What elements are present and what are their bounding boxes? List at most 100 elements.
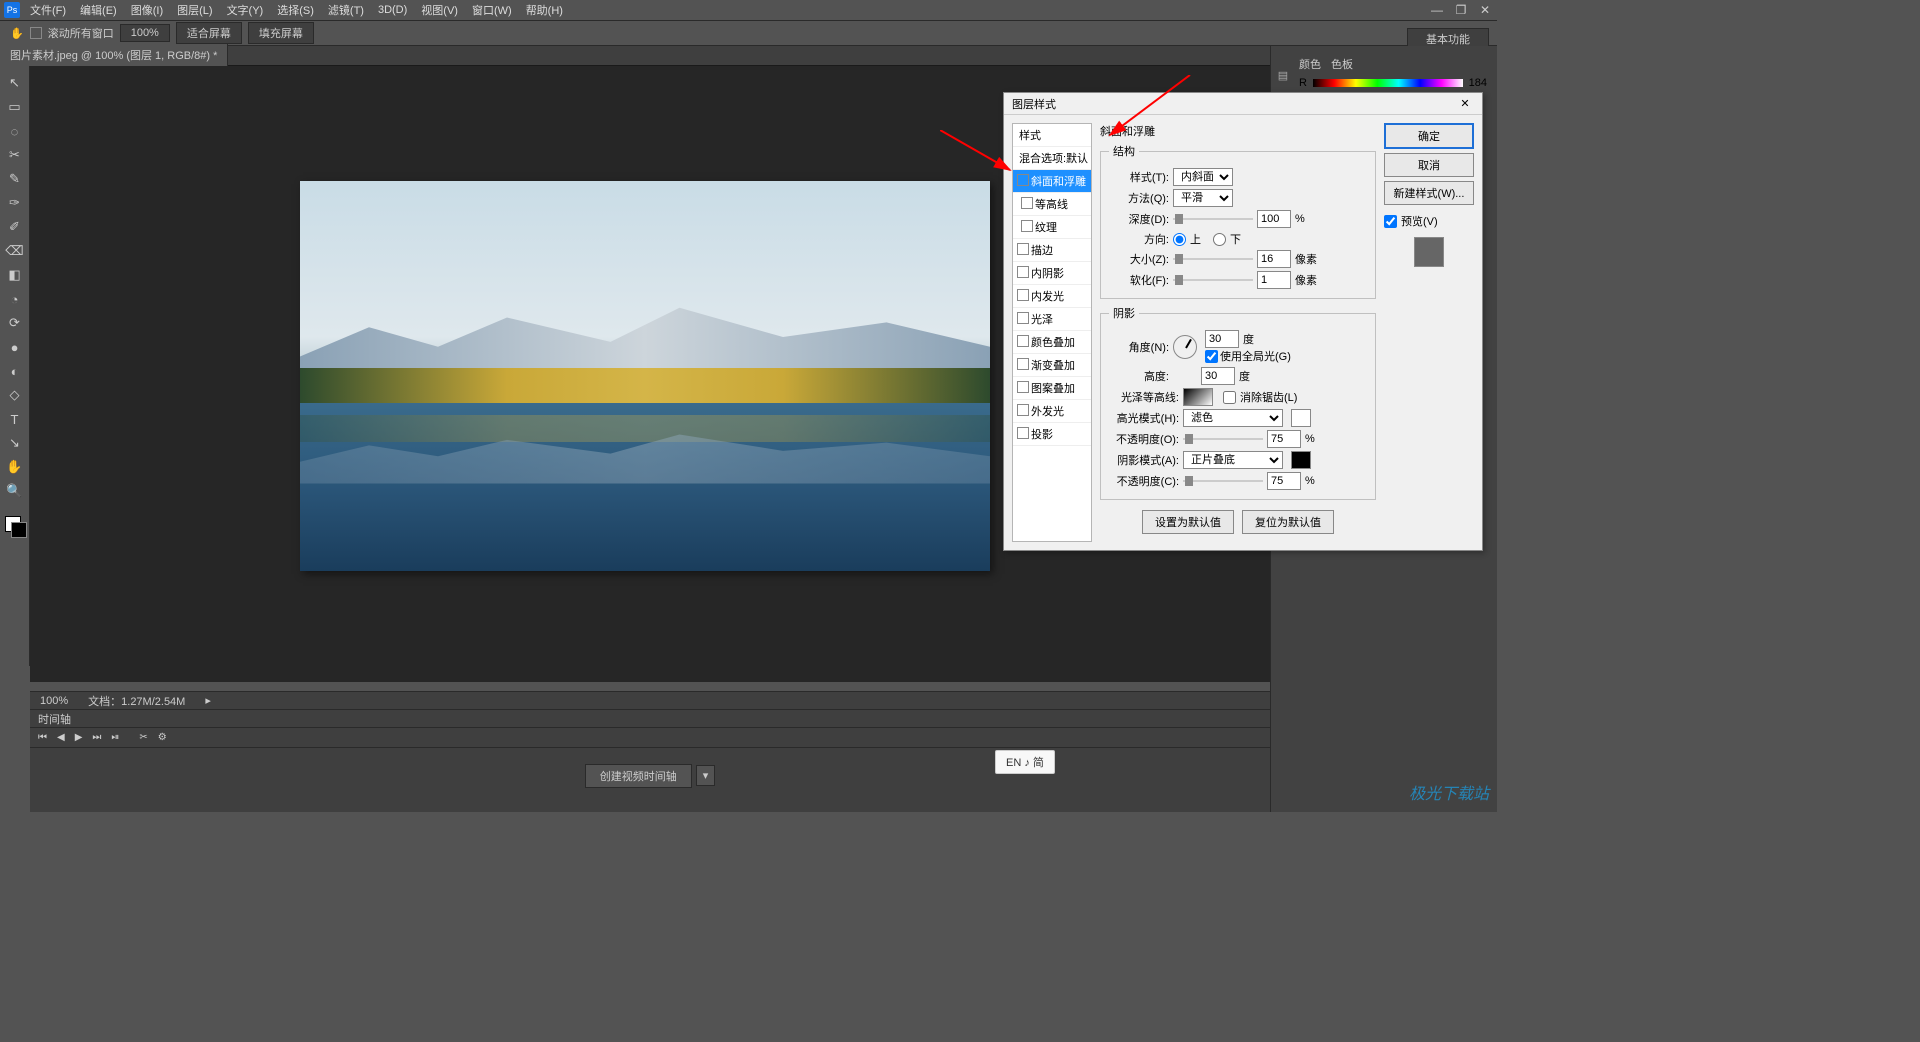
eyedropper-tool[interactable]: ✎ xyxy=(4,170,26,188)
style-gradient-overlay[interactable]: 渐变叠加 xyxy=(1013,354,1091,377)
lasso-tool[interactable]: ◌ xyxy=(4,122,26,140)
zoom-tool[interactable]: 🔍 xyxy=(4,482,26,500)
style-stroke[interactable]: 描边 xyxy=(1013,239,1091,262)
shape-tool[interactable]: ◐ xyxy=(4,362,26,380)
pencil-tool[interactable]: ✐ xyxy=(4,218,26,236)
create-video-timeline-button[interactable]: 创建视频时间轴 xyxy=(585,764,692,788)
highlight-opacity-input[interactable] xyxy=(1267,430,1301,448)
style-pattern-overlay[interactable]: 图案叠加 xyxy=(1013,377,1091,400)
highlight-mode-select[interactable]: 滤色 xyxy=(1183,409,1283,427)
menu-layer[interactable]: 图层(L) xyxy=(177,2,212,18)
reset-default-button[interactable]: 复位为默认值 xyxy=(1242,510,1334,534)
status-arrow[interactable]: ▸ xyxy=(205,694,211,707)
shadow-opacity-slider[interactable] xyxy=(1183,476,1263,486)
size-input[interactable] xyxy=(1257,250,1291,268)
move-tool[interactable]: ↖ xyxy=(4,74,26,92)
fill-screen-button[interactable]: 填充屏幕 xyxy=(248,22,314,44)
scroll-all-checkbox[interactable] xyxy=(30,27,42,39)
crop-tool[interactable]: ✂ xyxy=(4,146,26,164)
style-texture[interactable]: 纹理 xyxy=(1013,216,1091,239)
menu-edit[interactable]: 编辑(E) xyxy=(80,2,117,18)
timeline-dropdown[interactable]: ▾ xyxy=(696,765,716,786)
style-inner-glow[interactable]: 内发光 xyxy=(1013,285,1091,308)
soften-slider[interactable] xyxy=(1173,275,1253,285)
document-tab[interactable]: 图片素材.jpeg @ 100% (图层 1, RGB/8#) * xyxy=(0,44,228,68)
style-bevel-emboss[interactable]: 斜面和浮雕 xyxy=(1013,170,1091,193)
menu-image[interactable]: 图像(I) xyxy=(131,2,163,18)
menu-view[interactable]: 视图(V) xyxy=(421,2,458,18)
maximize-button[interactable]: ❐ xyxy=(1449,1,1473,19)
depth-slider[interactable] xyxy=(1173,214,1253,224)
style-select[interactable]: 内斜面 xyxy=(1173,168,1233,186)
make-default-button[interactable]: 设置为默认值 xyxy=(1142,510,1234,534)
highlight-color-swatch[interactable] xyxy=(1291,409,1311,427)
preview-checkbox[interactable] xyxy=(1384,215,1397,228)
swatches-tab[interactable]: 色板 xyxy=(1331,56,1353,72)
minimize-button[interactable]: — xyxy=(1425,1,1449,19)
dialog-close-icon[interactable]: ✕ xyxy=(1456,97,1474,110)
blur-tool[interactable]: ◔ xyxy=(4,290,26,308)
size-slider[interactable] xyxy=(1173,254,1253,264)
altitude-input[interactable] xyxy=(1201,367,1235,385)
fit-screen-button[interactable]: 适合屏幕 xyxy=(176,22,242,44)
style-satin[interactable]: 光泽 xyxy=(1013,308,1091,331)
tl-gear[interactable]: ⚙ xyxy=(158,732,167,743)
zoom-display[interactable]: 100% xyxy=(120,24,170,42)
shadow-color-swatch[interactable] xyxy=(1291,451,1311,469)
ok-button[interactable]: 确定 xyxy=(1384,123,1474,149)
style-styles[interactable]: 样式 xyxy=(1013,124,1091,147)
style-inner-shadow[interactable]: 内阴影 xyxy=(1013,262,1091,285)
depth-input[interactable] xyxy=(1257,210,1291,228)
menu-window[interactable]: 窗口(W) xyxy=(472,2,512,18)
global-light-checkbox[interactable] xyxy=(1205,350,1218,363)
dodge-tool[interactable]: ⟳ xyxy=(4,314,26,332)
menu-select[interactable]: 选择(S) xyxy=(277,2,314,18)
tl-last[interactable]: ⏯ xyxy=(111,732,119,743)
marquee-tool[interactable]: ▭ xyxy=(4,98,26,116)
pen-tool[interactable]: ● xyxy=(4,338,26,356)
style-color-overlay[interactable]: 颜色叠加 xyxy=(1013,331,1091,354)
shadow-opacity-input[interactable] xyxy=(1267,472,1301,490)
color-swatch[interactable] xyxy=(5,516,25,536)
document-canvas[interactable] xyxy=(300,181,990,571)
highlight-opacity-slider[interactable] xyxy=(1183,434,1263,444)
tl-next[interactable]: ⏭ xyxy=(92,732,101,743)
gloss-contour-picker[interactable] xyxy=(1183,388,1213,406)
angle-dial[interactable] xyxy=(1173,335,1197,359)
style-blend-options[interactable]: 混合选项:默认 xyxy=(1013,147,1091,170)
antialias-checkbox[interactable] xyxy=(1223,391,1236,404)
shadow-mode-select[interactable]: 正片叠底 xyxy=(1183,451,1283,469)
tl-first[interactable]: ⏮ xyxy=(38,732,47,743)
tl-play[interactable]: ▶ xyxy=(75,732,83,743)
type-tool[interactable]: T xyxy=(4,410,26,428)
angle-input[interactable] xyxy=(1205,330,1239,348)
direct-select-tool[interactable]: ↘ xyxy=(4,434,26,452)
hand-tool[interactable]: ✋ xyxy=(4,458,26,476)
menu-filter[interactable]: 滤镜(T) xyxy=(328,2,364,18)
method-select[interactable]: 平滑 xyxy=(1173,189,1233,207)
menu-3d[interactable]: 3D(D) xyxy=(378,4,407,16)
new-style-button[interactable]: 新建样式(W)... xyxy=(1384,181,1474,205)
style-contour[interactable]: 等高线 xyxy=(1013,193,1091,216)
soften-input[interactable] xyxy=(1257,271,1291,289)
color-tab[interactable]: 颜色 xyxy=(1299,56,1321,72)
gradient-tool[interactable]: ◧ xyxy=(4,266,26,284)
panel-icon-1[interactable]: ▤ xyxy=(1274,66,1292,84)
direction-down-radio[interactable] xyxy=(1213,233,1226,246)
style-outer-glow[interactable]: 外发光 xyxy=(1013,400,1091,423)
cancel-button[interactable]: 取消 xyxy=(1384,153,1474,177)
direction-up-radio[interactable] xyxy=(1173,233,1186,246)
close-button[interactable]: ✕ xyxy=(1473,1,1497,19)
tl-prev[interactable]: ◀ xyxy=(57,732,65,743)
style-drop-shadow[interactable]: 投影 xyxy=(1013,423,1091,446)
path-tool[interactable]: ◇ xyxy=(4,386,26,404)
menu-file[interactable]: 文件(F) xyxy=(30,2,66,18)
status-zoom[interactable]: 100% xyxy=(40,695,68,707)
eraser-tool[interactable]: ⌫ xyxy=(4,242,26,260)
r-slider[interactable] xyxy=(1313,79,1463,87)
menu-help[interactable]: 帮助(H) xyxy=(526,2,563,18)
menu-type[interactable]: 文字(Y) xyxy=(227,2,264,18)
ime-indicator[interactable]: EN ♪ 简 xyxy=(995,750,1055,774)
tl-cut[interactable]: ✂ xyxy=(139,732,147,743)
brush-tool[interactable]: ✑ xyxy=(4,194,26,212)
